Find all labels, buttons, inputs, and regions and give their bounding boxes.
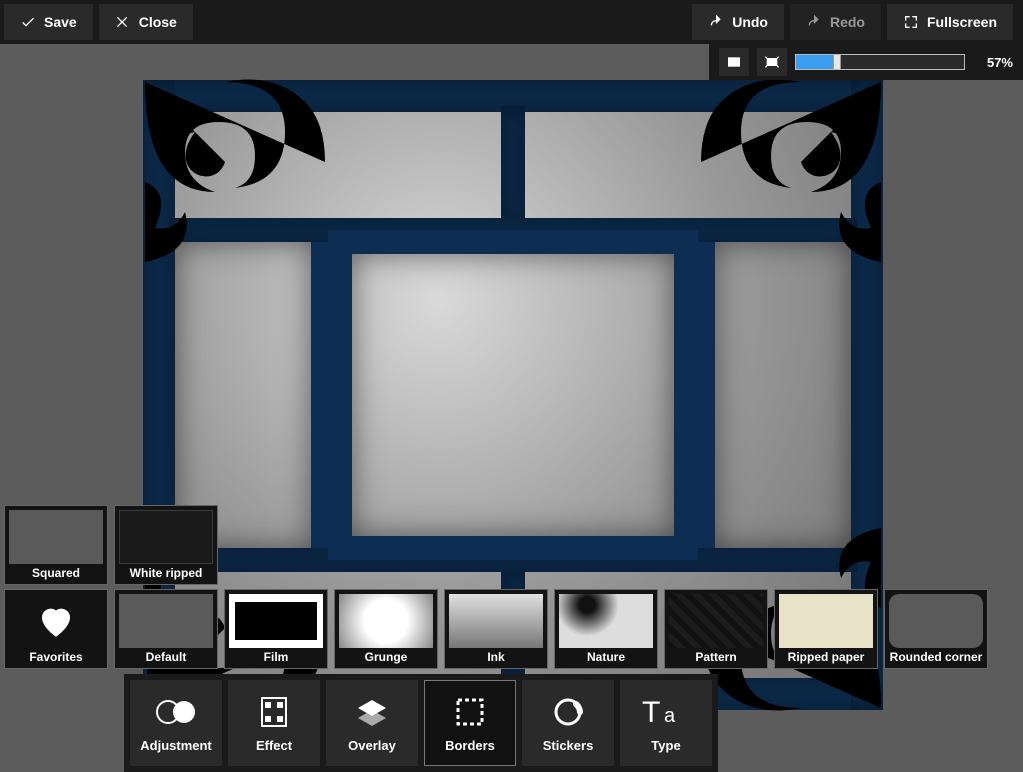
thumbnail-preview [229, 594, 323, 648]
thumbnail-label: Ink [445, 648, 547, 668]
fullscreen-button[interactable]: Fullscreen [887, 4, 1013, 40]
tool-borders[interactable]: Borders [424, 680, 516, 766]
tool-label: Effect [256, 738, 292, 753]
category-ink[interactable]: Ink [444, 589, 548, 669]
actual-size-icon [764, 54, 780, 70]
tool-adjustment[interactable]: Adjustment [130, 680, 222, 766]
fullscreen-icon [903, 14, 919, 30]
fullscreen-label: Fullscreen [927, 14, 997, 30]
thumbnail-preview [119, 594, 213, 648]
thumbnail-preview [339, 594, 433, 648]
thumbnail-label: Squared [5, 564, 107, 584]
save-button[interactable]: Save [4, 4, 93, 40]
category-ripped-paper[interactable]: Ripped paper [774, 589, 878, 669]
frame-segment [691, 242, 851, 548]
tool-effect[interactable]: Effect [228, 680, 320, 766]
thumbnail-label: Film [225, 648, 327, 668]
close-label: Close [139, 14, 177, 30]
heart-icon [9, 594, 103, 648]
thumbnail-label: Rounded corner [885, 648, 987, 668]
zoom-slider-fill [796, 55, 833, 69]
thumbnail-preview [889, 594, 983, 648]
bottom-toolbar: Adjustment Effect Overlay Borders Sticke… [124, 674, 718, 772]
thumbnail-label: Favorites [5, 648, 107, 668]
thumbnail-preview [9, 510, 103, 564]
category-film[interactable]: Film [224, 589, 328, 669]
redo-label: Redo [830, 14, 865, 30]
tool-label: Overlay [348, 738, 396, 753]
category-default[interactable]: Default [114, 589, 218, 669]
favorites-button[interactable]: Favorites [4, 589, 108, 669]
check-icon [20, 14, 36, 30]
frame-segment [175, 242, 335, 548]
redo-icon [806, 14, 822, 30]
top-bar: Save Close Undo Redo Fullscreen [0, 0, 1023, 44]
overlay-icon [356, 694, 388, 730]
border-variant-row: Squared White ripped [0, 505, 218, 585]
actual-size-button[interactable] [757, 48, 787, 76]
border-category-row: Favorites Default Film Grunge Ink Nature… [0, 589, 988, 669]
tool-label: Stickers [543, 738, 594, 753]
fit-screen-button[interactable] [719, 48, 749, 76]
category-grunge[interactable]: Grunge [334, 589, 438, 669]
thumbnail-preview [559, 594, 653, 648]
tool-overlay[interactable]: Overlay [326, 680, 418, 766]
zoom-slider-handle[interactable] [833, 54, 841, 70]
zoom-slider[interactable] [795, 54, 965, 70]
border-variant-squared[interactable]: Squared [4, 505, 108, 585]
category-pattern[interactable]: Pattern [664, 589, 768, 669]
undo-label: Undo [732, 14, 768, 30]
frame-segment [328, 230, 698, 560]
border-variant-white-ripped[interactable]: White ripped [114, 505, 218, 585]
undo-icon [708, 14, 724, 30]
thumbnail-label: Pattern [665, 648, 767, 668]
borders-icon [454, 694, 486, 730]
effect-icon [258, 694, 290, 730]
thumbnail-label: Grunge [335, 648, 437, 668]
stickers-icon [552, 694, 584, 730]
thumbnail-preview [119, 510, 213, 564]
thumbnail-preview [779, 594, 873, 648]
category-rounded-corner[interactable]: Rounded corner [884, 589, 988, 669]
close-button[interactable]: Close [99, 4, 193, 40]
tool-label: Adjustment [140, 738, 212, 753]
svg-text:T: T [642, 696, 660, 728]
thumbnail-preview [449, 594, 543, 648]
type-icon: Ta [642, 694, 690, 730]
svg-text:a: a [664, 705, 676, 727]
thumbnail-label: Nature [555, 648, 657, 668]
zoom-percent: 57% [973, 55, 1013, 70]
thumbnail-label: Default [115, 648, 217, 668]
thumbnail-preview [669, 594, 763, 648]
tool-stickers[interactable]: Stickers [522, 680, 614, 766]
redo-button[interactable]: Redo [790, 4, 881, 40]
undo-button[interactable]: Undo [692, 4, 784, 40]
thumbnail-label: White ripped [115, 564, 217, 584]
frame-segment [501, 106, 525, 228]
zoom-bar: 57% [709, 44, 1023, 80]
tool-label: Type [651, 738, 680, 753]
save-label: Save [44, 14, 77, 30]
adjustment-icon [152, 694, 200, 730]
category-nature[interactable]: Nature [554, 589, 658, 669]
thumbnail-label: Ripped paper [775, 648, 877, 668]
fit-screen-icon [726, 54, 742, 70]
tool-type[interactable]: Ta Type [620, 680, 712, 766]
tool-label: Borders [445, 738, 495, 753]
close-icon [115, 14, 131, 30]
